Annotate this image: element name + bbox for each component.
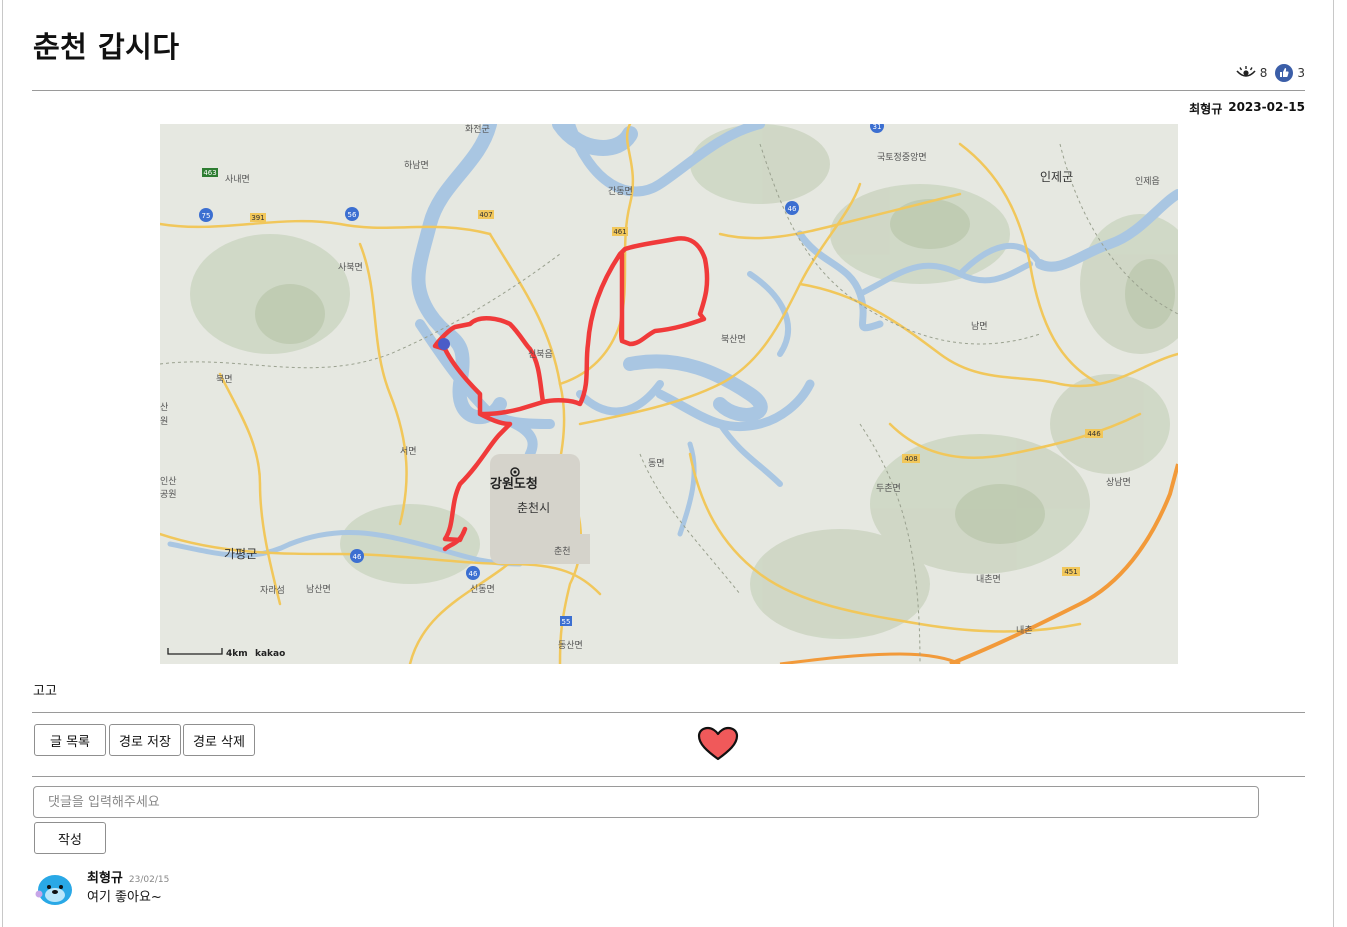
comment-author-row: 최형규 23/02/15 xyxy=(87,867,169,886)
svg-text:춘천시: 춘천시 xyxy=(517,500,550,515)
likes-count: 3 xyxy=(1297,66,1305,80)
svg-text:남면: 남면 xyxy=(971,321,988,332)
svg-text:가평군: 가평군 xyxy=(224,547,257,561)
comment-author: 최형규 xyxy=(87,871,123,886)
post-author: 최형규 xyxy=(1189,102,1223,116)
svg-text:391: 391 xyxy=(251,214,264,222)
views-count: 8 xyxy=(1259,66,1268,80)
svg-text:원: 원 xyxy=(160,416,168,427)
views-icon xyxy=(1236,66,1256,80)
post-body: 고고 xyxy=(33,684,57,699)
svg-text:동산면: 동산면 xyxy=(558,640,583,651)
svg-text:407: 407 xyxy=(479,211,492,219)
avatar xyxy=(34,866,74,906)
svg-text:461: 461 xyxy=(613,228,626,236)
svg-text:자라섬: 자라섬 xyxy=(260,585,285,596)
svg-text:408: 408 xyxy=(904,455,917,463)
comment-input[interactable] xyxy=(33,786,1259,818)
comment-divider xyxy=(32,776,1305,777)
svg-text:인제읍: 인제읍 xyxy=(1135,176,1160,187)
svg-text:동면: 동면 xyxy=(648,458,665,469)
svg-text:31: 31 xyxy=(873,124,882,131)
svg-text:국토정중앙면: 국토정중앙면 xyxy=(877,151,927,163)
svg-text:56: 56 xyxy=(348,211,357,219)
svg-text:내촌: 내촌 xyxy=(1016,625,1033,636)
svg-text:55: 55 xyxy=(562,618,571,626)
like-thumb-icon xyxy=(1275,64,1294,82)
svg-text:kakao: kakao xyxy=(255,649,285,659)
svg-text:46: 46 xyxy=(788,205,797,213)
svg-text:75: 75 xyxy=(202,212,211,220)
svg-text:산: 산 xyxy=(160,402,168,413)
svg-text:사내면: 사내면 xyxy=(225,174,250,185)
svg-text:상남면: 상남면 xyxy=(1106,477,1131,488)
svg-text:두촌면: 두촌면 xyxy=(876,483,901,494)
comment-date: 23/02/15 xyxy=(128,875,170,885)
comment-text: 여기 좋아요~ xyxy=(87,890,162,905)
svg-text:인산: 인산 xyxy=(160,476,177,487)
svg-text:공원: 공원 xyxy=(160,489,177,500)
route-map[interactable]: 463 391 75 56 407 461 46 31 446 408 451 … xyxy=(160,124,1178,664)
svg-text:4km: 4km xyxy=(226,649,248,659)
title-divider xyxy=(32,90,1305,91)
svg-text:446: 446 xyxy=(1087,430,1101,438)
post-meta: 최형규 2023-02-15 xyxy=(1189,100,1305,117)
like-heart-icon[interactable] xyxy=(697,726,739,762)
delete-route-button[interactable]: 경로 삭제 xyxy=(183,724,255,756)
svg-text:춘천: 춘천 xyxy=(554,546,571,557)
post-stats: 8 3 xyxy=(1236,64,1305,82)
svg-text:인제군: 인제군 xyxy=(1040,170,1073,184)
svg-text:하남면: 하남면 xyxy=(404,160,429,171)
svg-text:간동면: 간동면 xyxy=(608,186,633,197)
svg-text:46: 46 xyxy=(469,570,478,578)
svg-text:신동면: 신동면 xyxy=(470,584,495,595)
svg-text:451: 451 xyxy=(1064,568,1077,576)
svg-text:신북읍: 신북읍 xyxy=(528,349,553,360)
comment-submit-button[interactable]: 작성 xyxy=(34,822,106,854)
post-title: 춘천 갑시다 xyxy=(33,30,180,64)
svg-text:화전군: 화전군 xyxy=(465,124,490,135)
post-list-button[interactable]: 글 목록 xyxy=(34,724,106,756)
save-route-button[interactable]: 경로 저장 xyxy=(109,724,181,756)
svg-text:서면: 서면 xyxy=(400,446,417,457)
svg-text:북산면: 북산면 xyxy=(721,334,746,345)
svg-text:사북면: 사북면 xyxy=(338,262,363,273)
post-date: 2023-02-15 xyxy=(1228,100,1305,114)
svg-text:46: 46 xyxy=(353,553,362,561)
svg-text:463: 463 xyxy=(203,169,216,177)
svg-text:북면: 북면 xyxy=(216,374,233,385)
svg-text:남산면: 남산면 xyxy=(306,584,331,595)
svg-text:내촌면: 내촌면 xyxy=(976,574,1001,585)
svg-text:강원도청: 강원도청 xyxy=(490,476,538,492)
body-divider xyxy=(32,712,1305,713)
